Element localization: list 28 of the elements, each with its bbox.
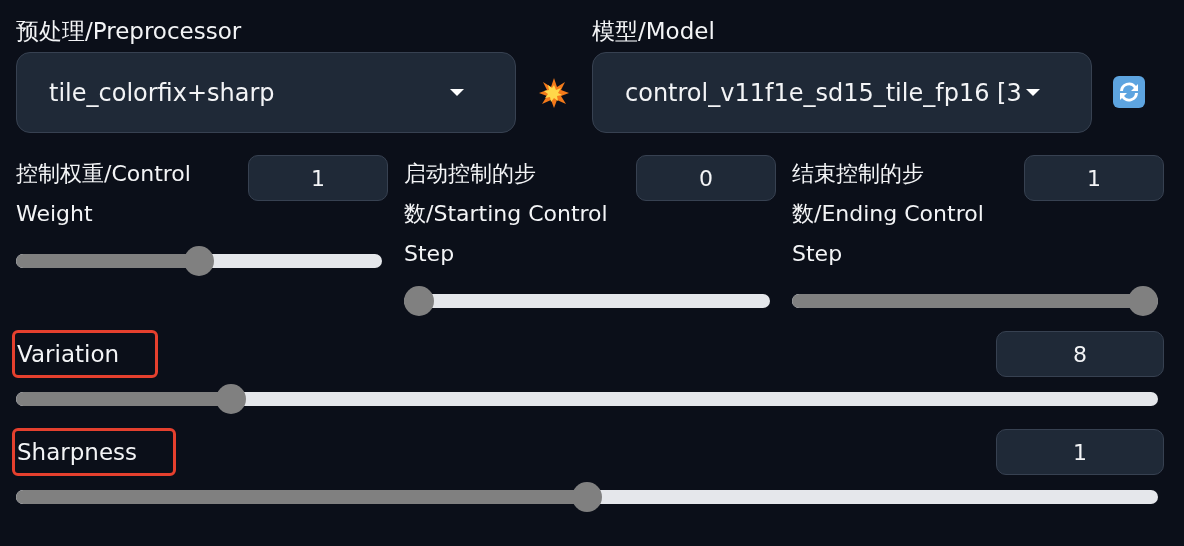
number-field[interactable]: 0 [636, 155, 776, 201]
caret-icon [1025, 88, 1041, 97]
slider-label: 结束控制的步数/Ending Control Step [792, 160, 985, 268]
spark-icon[interactable] [538, 77, 570, 109]
slider-label: 启动控制的步数/Starting Control Step [404, 160, 609, 268]
caret-icon [449, 88, 465, 97]
preprocessor-label: 预处理/Preprocessor [16, 17, 243, 46]
refresh-icon[interactable] [1112, 75, 1146, 109]
slider[interactable] [404, 286, 770, 316]
number-field[interactable]: 8 [996, 331, 1164, 377]
slider-thumb[interactable] [184, 246, 214, 276]
number-field[interactable]: 1 [1024, 155, 1164, 201]
number-field[interactable]: 1 [996, 429, 1164, 475]
slider[interactable] [16, 482, 1158, 512]
slider-thumb[interactable] [572, 482, 602, 512]
model-label: 模型/Model [592, 17, 716, 46]
slider[interactable] [16, 246, 382, 276]
slider-label: Variation [12, 330, 159, 378]
slider-thumb[interactable] [216, 384, 247, 414]
preprocessor-dropdown[interactable]: tile_colorfix+sharp [16, 52, 516, 133]
model-dropdown[interactable]: control_v11f1e_sd15_tile_fp16 [3 [592, 52, 1092, 133]
slider[interactable] [16, 384, 1158, 414]
slider-label: 控制权重/Control Weight [16, 160, 192, 228]
slider-thumb[interactable] [404, 286, 434, 316]
slider-label: Sharpness [12, 428, 177, 476]
slider[interactable] [792, 286, 1158, 316]
number-field[interactable]: 1 [248, 155, 388, 201]
slider-thumb[interactable] [1128, 286, 1158, 316]
